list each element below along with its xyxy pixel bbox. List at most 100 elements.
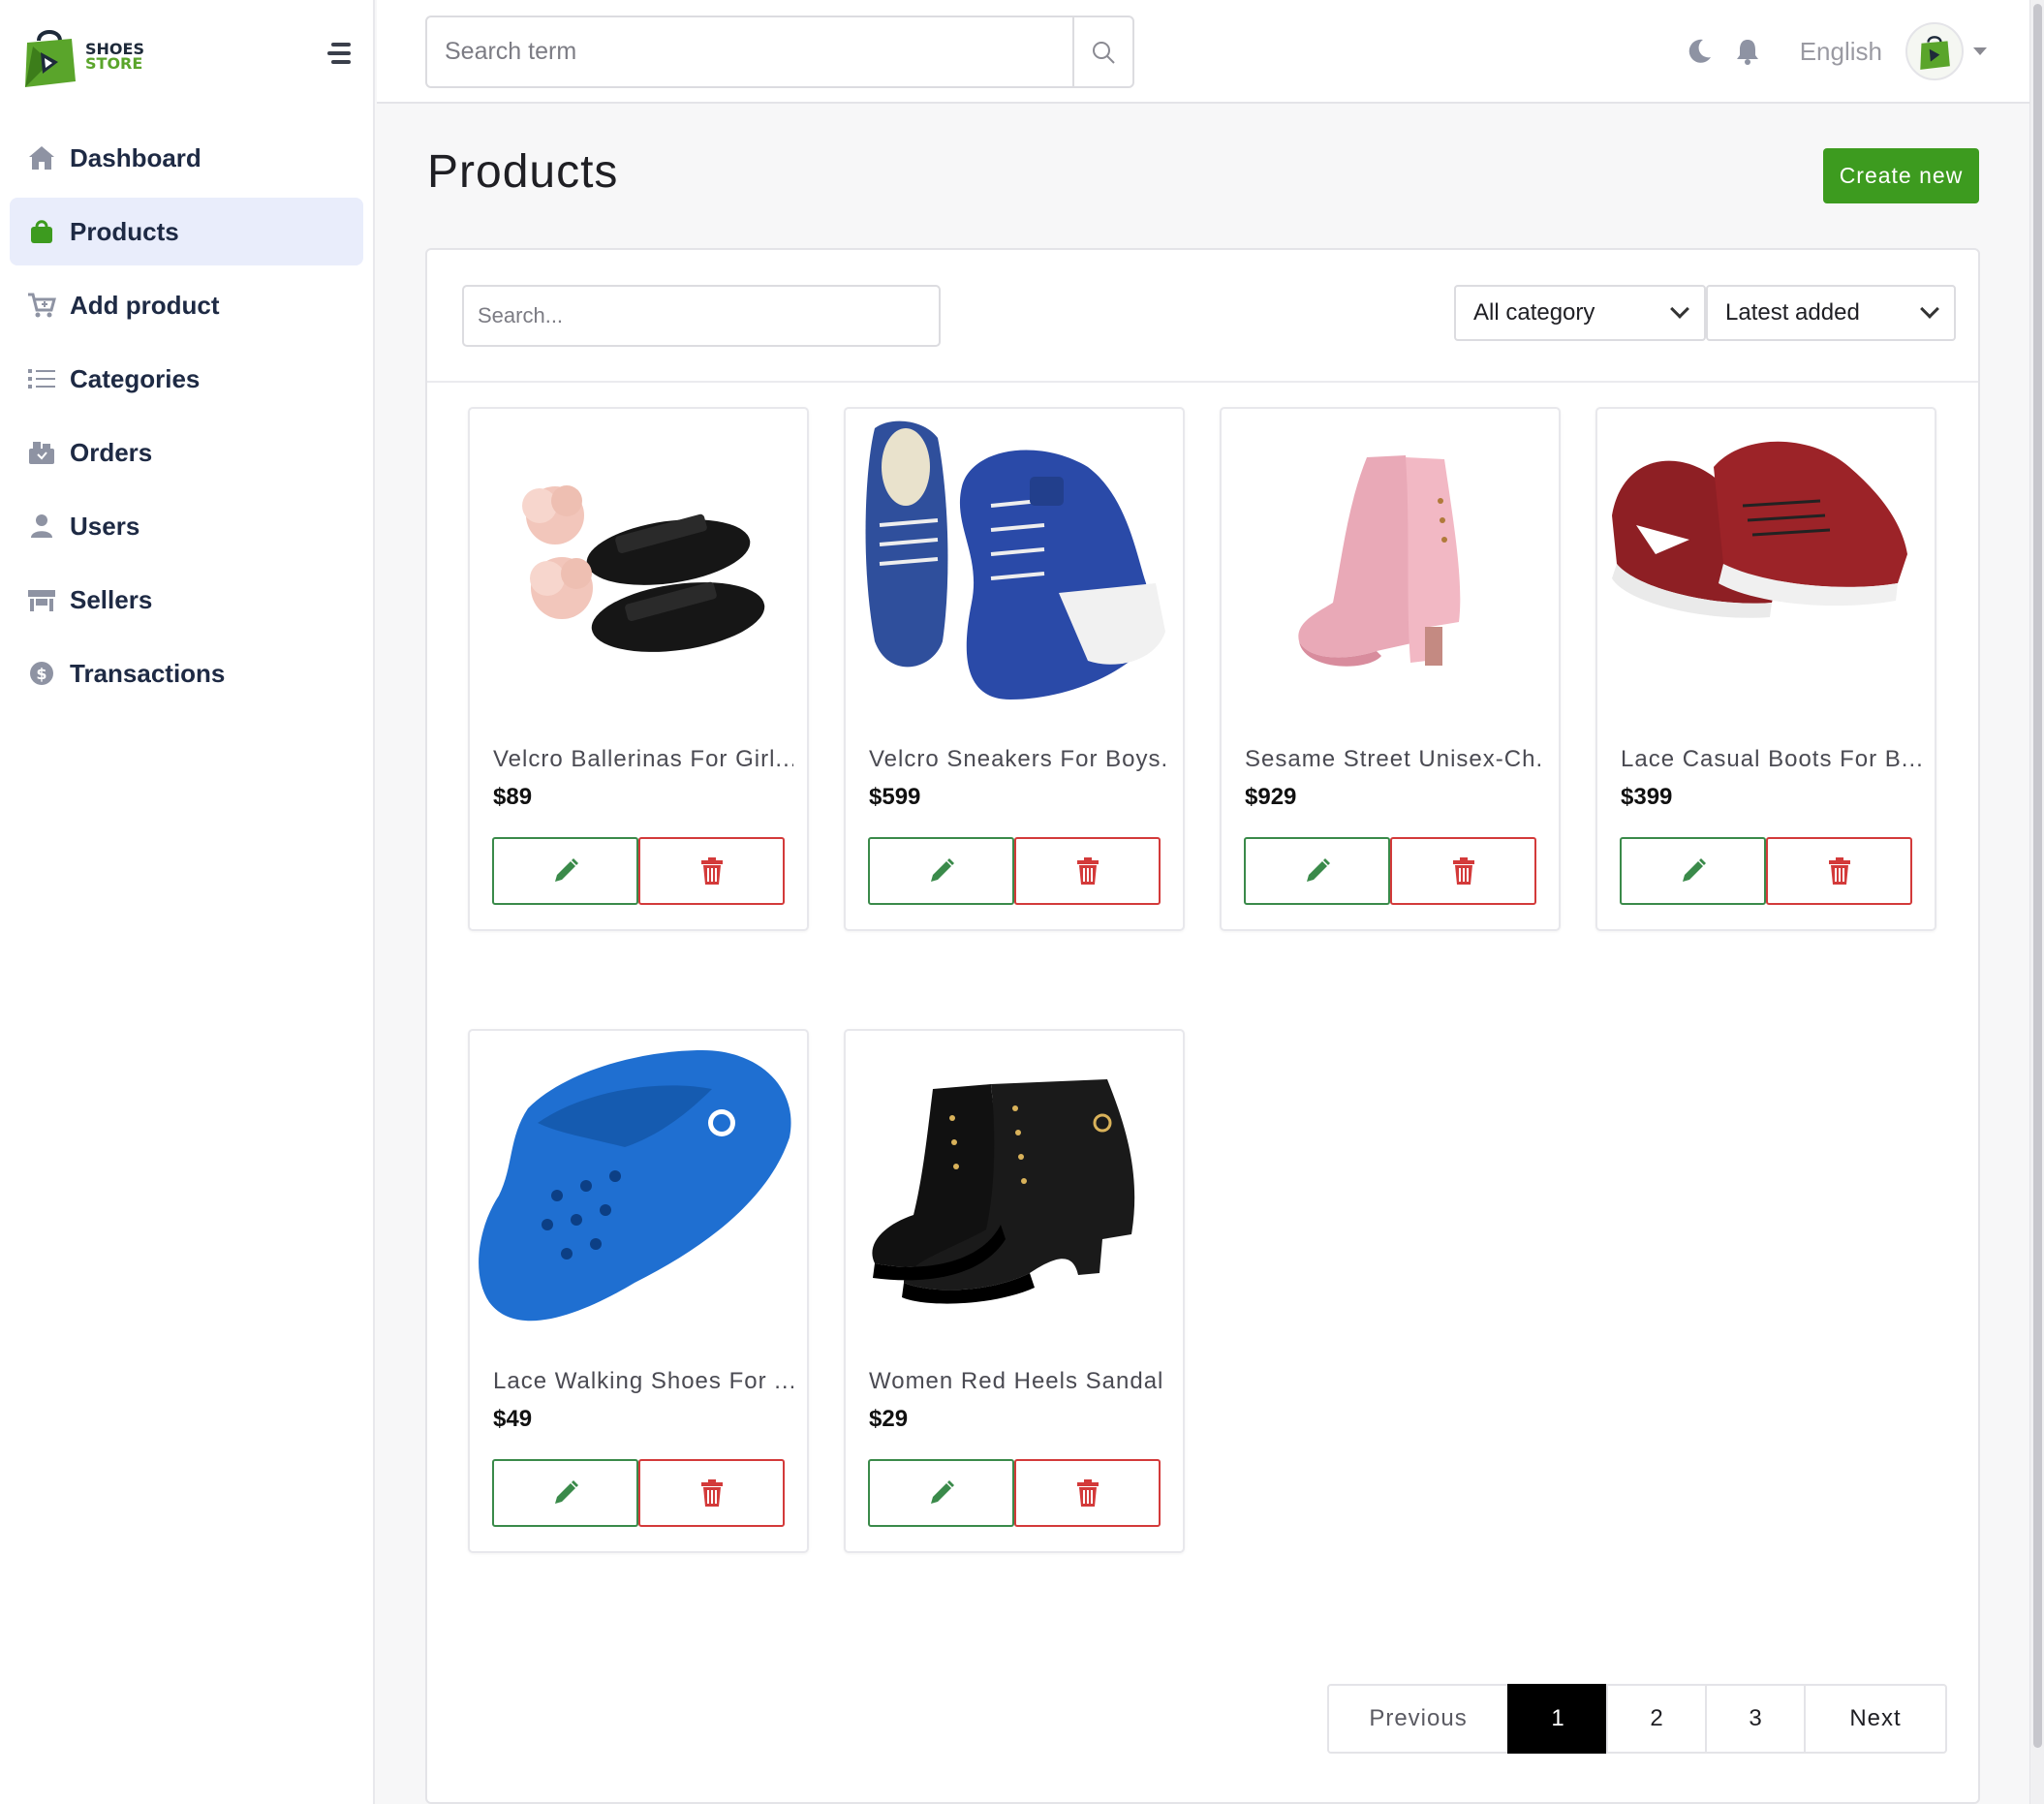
chevron-down-icon [1920,299,1939,319]
store-icon [25,584,58,615]
product-name: Velcro Sneakers For Boys... [869,746,1169,772]
page-2-button[interactable]: 2 [1606,1684,1707,1754]
pencil-icon [554,858,578,882]
product-price: $399 [1621,784,1673,810]
sidebar-item-label: Orders [70,437,153,467]
product-name: Lace Walking Shoes For ... [493,1368,793,1394]
product-image [846,1031,1183,1351]
product-grid: Velcro Ballerinas For Girl... $89 Velcro… [468,407,1960,1608]
pencil-icon [930,858,954,882]
shopping-bag-logo-icon [25,30,76,87]
product-name: Women Red Heels Sandal [869,1368,1164,1394]
avatar[interactable] [1905,22,1964,80]
trash-icon [1828,857,1850,885]
category-select[interactable]: All category [1454,285,1706,341]
home-icon [25,142,58,173]
search-input[interactable] [427,17,1072,86]
product-price: $49 [493,1406,533,1432]
product-card[interactable]: Lace Walking Shoes For ... $49 [468,1029,809,1553]
sidebar-item-label: Transactions [70,658,226,688]
trash-icon [1452,857,1474,885]
pencil-icon [930,1480,954,1504]
brand-logo[interactable]: SHOES STORE [21,23,144,89]
page-scrollbar[interactable] [2029,0,2044,1804]
product-card[interactable]: Velcro Sneakers For Boys... $599 [844,407,1185,931]
product-price: $29 [869,1406,909,1432]
orders-icon [25,437,58,468]
product-card[interactable]: Women Red Heels Sandal $29 [844,1029,1185,1553]
sidebar-item-label: Dashboard [70,142,201,172]
edit-button[interactable] [492,1459,638,1527]
product-card[interactable]: Lace Casual Boots For B... $399 [1595,407,1936,931]
edit-button[interactable] [492,837,638,905]
product-price: $599 [869,784,921,810]
shopping-bag-icon [25,216,58,247]
delete-button[interactable] [638,1459,785,1527]
top-header: English [377,0,2029,104]
page-title: Products [427,146,619,198]
delete-button[interactable] [1014,837,1161,905]
product-image [846,409,1183,729]
sidebar-item-label: Sellers [70,584,153,614]
sidebar-item-products[interactable]: Products [10,198,363,265]
sidebar-item-users[interactable]: Users [10,492,363,560]
product-card[interactable]: Velcro Ballerinas For Girl... $89 [468,407,809,931]
pencil-icon [1306,858,1330,882]
delete-button[interactable] [1766,837,1912,905]
product-image [470,1031,807,1351]
language-selector[interactable]: English [1800,37,1882,67]
bell-icon[interactable] [1728,32,1767,71]
search-icon [1093,41,1115,64]
delete-button[interactable] [1014,1459,1161,1527]
sidebar-item-sellers[interactable]: Sellers [10,566,363,634]
chevron-down-icon[interactable] [1973,47,1987,55]
delete-button[interactable] [1390,837,1536,905]
create-new-button[interactable]: Create new [1823,148,1979,203]
trash-icon [1076,857,1099,885]
dollar-circle-icon: $ [25,658,58,689]
sidebar-item-dashboard[interactable]: Dashboard [10,124,363,192]
page-3-button[interactable]: 3 [1705,1684,1806,1754]
filter-bar: All category Latest added [427,250,1978,383]
cart-plus-icon [25,290,58,321]
delete-button[interactable] [638,837,785,905]
brand-line2: STORE [85,54,143,73]
sidebar-toggle-icon[interactable] [324,43,351,64]
edit-button[interactable] [868,1459,1014,1527]
edit-button[interactable] [1620,837,1766,905]
svg-text:$: $ [36,665,46,683]
edit-button[interactable] [1244,837,1390,905]
product-image [1222,409,1559,729]
sidebar-item-orders[interactable]: Orders [10,419,363,486]
previous-page-button[interactable]: Previous [1327,1684,1509,1754]
sidebar-item-add-product[interactable]: Add product [10,271,363,339]
sidebar-item-transactions[interactable]: $ Transactions [10,639,363,707]
pencil-icon [1682,858,1706,882]
sidebar-item-label: Users [70,511,140,541]
list-icon [25,363,58,394]
trash-icon [1076,1479,1099,1507]
product-image [1597,409,1935,729]
edit-button[interactable] [868,837,1014,905]
sidebar-item-categories[interactable]: Categories [10,345,363,413]
pencil-icon [554,1480,578,1504]
trash-icon [700,1479,723,1507]
product-price: $89 [493,784,533,810]
user-icon [25,511,58,542]
product-search-input[interactable] [462,285,941,347]
product-name: Lace Casual Boots For B... [1621,746,1921,772]
product-card[interactable]: Sesame Street Unisex-Ch... $929 [1220,407,1561,931]
sort-select[interactable]: Latest added [1706,285,1956,341]
next-page-button[interactable]: Next [1804,1684,1947,1754]
sidebar: SHOES STORE Dashboard Products Add produ… [0,0,375,1804]
product-image [470,409,807,729]
pagination: Previous 1 2 3 Next [1327,1684,1947,1754]
sidebar-item-label: Products [70,216,179,246]
product-price: $929 [1245,784,1297,810]
sort-select-value: Latest added [1725,299,1860,326]
dark-mode-icon[interactable] [1680,32,1719,71]
chevron-down-icon [1670,299,1689,319]
page-1-button[interactable]: 1 [1507,1684,1608,1754]
global-search [425,16,1134,88]
search-button[interactable] [1072,17,1132,86]
